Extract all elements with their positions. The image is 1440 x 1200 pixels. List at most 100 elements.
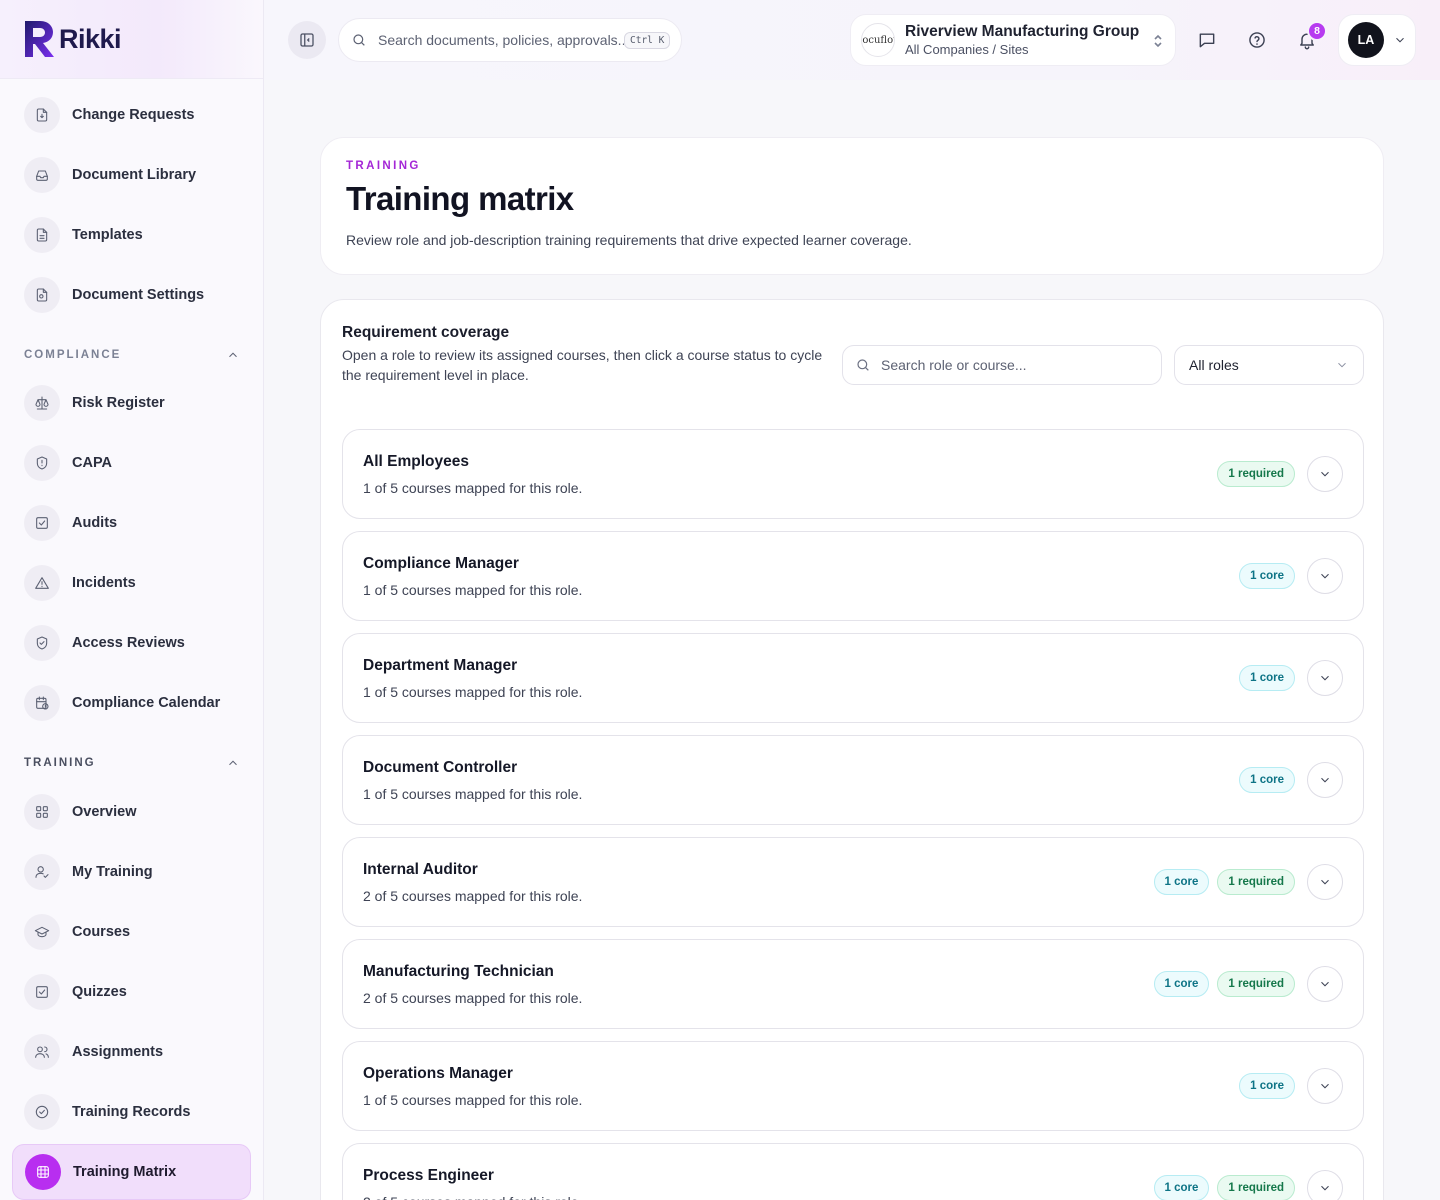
org-name: Riverview Manufacturing Group xyxy=(905,23,1140,40)
sidebar-item-label: Risk Register xyxy=(72,395,165,411)
chevron-down-icon xyxy=(1321,675,1329,681)
chevron-down-icon xyxy=(1321,573,1329,579)
org-logo: Docuflow xyxy=(861,23,895,57)
sidebar-item-label: Assignments xyxy=(72,1044,164,1060)
sidebar-item-incidents[interactable]: Incidents xyxy=(12,555,251,611)
help-button[interactable] xyxy=(1237,20,1277,60)
core-count-badge: 1 core xyxy=(1153,869,1210,895)
training-section-toggle[interactable]: TRAINING xyxy=(24,753,240,773)
message-square-icon xyxy=(1199,33,1215,48)
role-search-input[interactable] xyxy=(881,357,1151,373)
sidebar-item-compliance-calendar[interactable]: Compliance Calendar xyxy=(12,675,251,731)
notifications-button[interactable]: 8 xyxy=(1287,20,1327,60)
expand-role-button[interactable] xyxy=(1307,864,1343,900)
role-name: Compliance Manager xyxy=(363,555,519,572)
sidebar-item-training-matrix[interactable]: Training Matrix xyxy=(12,1144,251,1200)
sidebar-item-quizzes[interactable]: Quizzes xyxy=(12,964,251,1020)
page-description: Review role and job-description training… xyxy=(346,232,912,248)
scale-icon xyxy=(24,385,60,421)
sidebar-item-label: Training Records xyxy=(72,1104,191,1120)
chevron-down-icon xyxy=(1321,1083,1329,1089)
chevron-down-icon xyxy=(1321,471,1329,477)
chevron-down-icon xyxy=(1321,879,1329,885)
role-name: Document Controller xyxy=(363,759,518,776)
global-search-input[interactable] xyxy=(378,32,624,48)
role-badges: 1 core xyxy=(1239,767,1295,793)
sidebar-item-label: Document Settings xyxy=(72,287,205,303)
role-summary: 2 of 5 courses mapped for this role. xyxy=(363,1194,582,1200)
role-row[interactable]: Department Manager 1 of 5 courses mapped … xyxy=(342,633,1364,723)
grid-icon xyxy=(24,794,60,830)
sidebar-item-document-library[interactable]: Document Library xyxy=(12,147,251,203)
warning-triangle-icon xyxy=(24,565,60,601)
page-eyebrow: TRAINING xyxy=(346,160,421,172)
brand-name: Rikki xyxy=(59,23,122,54)
expand-role-button[interactable] xyxy=(1307,762,1343,798)
role-filter-select[interactable]: All roles xyxy=(1174,345,1364,385)
sidebar-item-document-settings[interactable]: Document Settings xyxy=(12,267,251,323)
expand-role-button[interactable] xyxy=(1307,966,1343,1002)
sidebar-item-my-training[interactable]: My Training xyxy=(12,844,251,900)
sidebar-item-risk-register[interactable]: Risk Register xyxy=(12,375,251,431)
role-summary: 1 of 5 courses mapped for this role. xyxy=(363,582,583,598)
sidebar-item-capa[interactable]: CAPA xyxy=(12,435,251,491)
role-row[interactable]: Operations Manager 1 of 5 courses mapped … xyxy=(342,1041,1364,1131)
sidebar-item-courses[interactable]: Courses xyxy=(12,904,251,960)
role-badges: 1 core xyxy=(1239,563,1295,589)
sidebar-item-assignments[interactable]: Assignments xyxy=(12,1024,251,1080)
file-change-icon xyxy=(24,97,60,133)
sidebar-item-label: Access Reviews xyxy=(72,635,185,651)
topbar: Ctrl K Docuflow Riverview Manufacturing … xyxy=(264,0,1440,80)
sidebar-item-change-requests[interactable]: Change Requests xyxy=(12,87,251,143)
core-count-badge: 1 core xyxy=(1239,665,1295,691)
role-row[interactable]: All Employees 1 of 5 courses mapped for t… xyxy=(342,429,1364,519)
sidebar-item-audits[interactable]: Audits xyxy=(12,495,251,551)
role-summary: 1 of 5 courses mapped for this role. xyxy=(363,480,583,496)
sidebar-item-overview[interactable]: Overview xyxy=(12,784,251,840)
search-icon xyxy=(353,34,365,46)
role-row[interactable]: Internal Auditor 2 of 5 courses mapped fo… xyxy=(342,837,1364,927)
shield-alert-icon xyxy=(24,445,60,481)
sidebar-item-label: Training Matrix xyxy=(73,1164,177,1180)
sidebar-item-label: Document Library xyxy=(72,167,197,183)
sidebar-item-label: Templates xyxy=(72,227,143,243)
sidebar-item-templates[interactable]: Templates xyxy=(12,207,251,263)
role-name: All Employees xyxy=(363,453,469,470)
avatar: LA xyxy=(1348,22,1384,58)
expand-role-button[interactable] xyxy=(1307,1068,1343,1104)
brand-logo[interactable]: Rikki xyxy=(0,0,263,79)
role-name: Process Engineer xyxy=(363,1167,494,1184)
sidebar-item-access-reviews[interactable]: Access Reviews xyxy=(12,615,251,671)
role-name: Department Manager xyxy=(363,657,518,674)
role-row[interactable]: Process Engineer 2 of 5 courses mapped fo… xyxy=(342,1143,1364,1200)
org-scope: All Companies / Sites xyxy=(905,42,1029,57)
role-badges: 1 core 1 required xyxy=(1153,869,1295,895)
file-text-icon xyxy=(24,217,60,253)
role-row[interactable]: Compliance Manager 1 of 5 courses mapped … xyxy=(342,531,1364,621)
help-circle-icon xyxy=(1249,32,1265,48)
chevron-up-down-icon xyxy=(1151,32,1165,50)
expand-role-button[interactable] xyxy=(1307,558,1343,594)
expand-role-button[interactable] xyxy=(1307,456,1343,492)
calendar-clock-icon xyxy=(24,685,60,721)
shield-check-icon xyxy=(24,625,60,661)
required-count-badge: 1 required xyxy=(1217,869,1295,895)
role-search[interactable] xyxy=(842,345,1162,385)
role-summary: 1 of 5 courses mapped for this role. xyxy=(363,684,583,700)
role-row[interactable]: Manufacturing Technician 2 of 5 courses m… xyxy=(342,939,1364,1029)
requirement-coverage-panel: Requirement coverage Open a role to revi… xyxy=(320,299,1384,1200)
role-row[interactable]: Document Controller 1 of 5 courses mapped… xyxy=(342,735,1364,825)
messages-button[interactable] xyxy=(1187,20,1227,60)
user-menu[interactable]: LA xyxy=(1338,14,1416,66)
sidebar-item-training-records[interactable]: Training Records xyxy=(12,1084,251,1140)
global-search[interactable]: Ctrl K xyxy=(338,18,682,62)
expand-role-button[interactable] xyxy=(1307,1170,1343,1200)
sidebar-collapse-button[interactable] xyxy=(288,21,326,59)
expand-role-button[interactable] xyxy=(1307,660,1343,696)
role-summary: 2 of 5 courses mapped for this role. xyxy=(363,888,583,904)
org-switcher[interactable]: Docuflow Riverview Manufacturing Group A… xyxy=(850,14,1176,66)
chevron-down-icon xyxy=(1393,33,1407,47)
sidebar-item-label: My Training xyxy=(72,864,153,880)
compliance-section-toggle[interactable]: COMPLIANCE xyxy=(24,345,240,365)
chevron-down-icon xyxy=(1321,981,1329,987)
